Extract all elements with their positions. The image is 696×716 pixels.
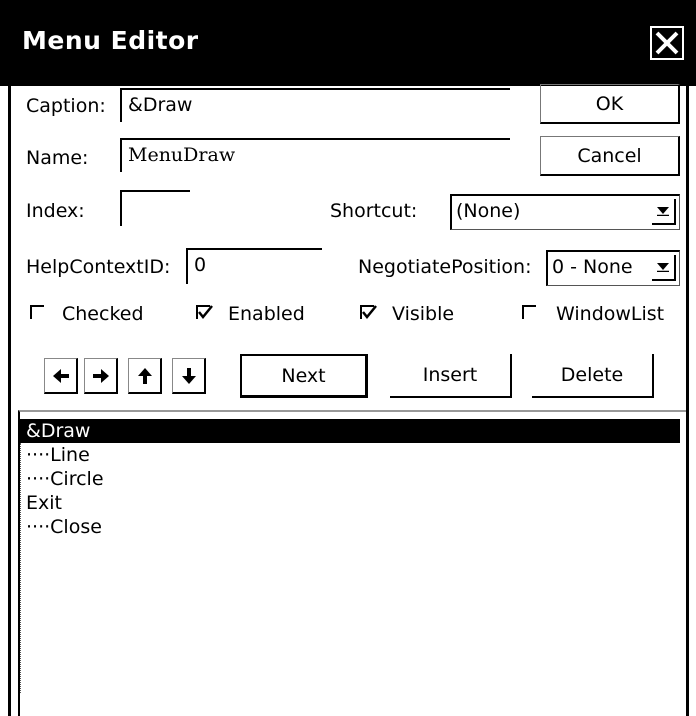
down-arrow-icon [181, 367, 196, 384]
move-right-button[interactable] [84, 358, 118, 394]
caption-input[interactable]: &Draw [120, 88, 510, 122]
negotiateposition-select[interactable]: 0 - None [546, 250, 680, 286]
checkbox-box [522, 305, 536, 319]
checkbox-box [196, 305, 213, 319]
dialog-border-left [8, 86, 11, 716]
list-item[interactable]: ····Line [18, 443, 680, 467]
list-item[interactable]: ····Circle [18, 467, 680, 491]
right-arrow-icon [92, 368, 109, 383]
windowlist-checkbox[interactable]: WindowList [522, 303, 682, 327]
ok-button[interactable]: OK [540, 84, 680, 124]
checkmark-icon [198, 305, 213, 319]
shortcut-select[interactable]: (None) [450, 194, 680, 230]
close-button[interactable] [650, 26, 684, 60]
list-item[interactable]: &Draw [18, 419, 680, 443]
insert-button[interactable]: Insert [390, 354, 512, 398]
next-button[interactable]: Next [240, 354, 368, 398]
cancel-button[interactable]: Cancel [540, 136, 680, 176]
dialog-border-right [686, 86, 689, 716]
list-item[interactable]: ····Close [18, 515, 680, 539]
list-item[interactable]: Exit [18, 491, 680, 515]
helpcontextid-input[interactable]: 0 [186, 248, 322, 284]
chevron-down-icon[interactable] [652, 255, 676, 281]
move-left-button[interactable] [44, 358, 78, 394]
shortcut-label: Shortcut: [330, 200, 418, 222]
delete-button[interactable]: Delete [532, 354, 654, 398]
checkbox-box [30, 305, 44, 319]
name-input[interactable]: MenuDraw [120, 138, 510, 172]
checkbox-box [360, 305, 377, 319]
left-arrow-icon [52, 368, 69, 383]
move-up-button[interactable] [128, 358, 162, 394]
checked-checkbox[interactable]: Checked [30, 303, 170, 327]
index-input[interactable] [120, 190, 190, 226]
negotiateposition-value: 0 - None [552, 256, 633, 278]
name-label: Name: [26, 147, 89, 169]
negotiateposition-label: NegotiatePosition: [358, 256, 532, 278]
index-label: Index: [26, 200, 85, 222]
helpcontextid-label: HelpContextID: [26, 256, 171, 278]
visible-checkbox[interactable]: Visible [360, 303, 480, 327]
checkbox-label: Visible [392, 303, 455, 325]
checkmark-icon [362, 305, 377, 319]
move-down-button[interactable] [172, 358, 206, 394]
checkbox-label: Checked [62, 303, 144, 325]
close-icon [655, 31, 679, 55]
checkbox-label: Enabled [228, 303, 305, 325]
enabled-checkbox[interactable]: Enabled [196, 303, 326, 327]
checkbox-label: WindowList [556, 303, 665, 325]
shortcut-value: (None) [456, 200, 521, 222]
chevron-down-icon[interactable] [652, 199, 676, 225]
up-arrow-icon [137, 367, 152, 384]
window-title: Menu Editor [22, 26, 199, 55]
caption-label: Caption: [26, 95, 106, 117]
